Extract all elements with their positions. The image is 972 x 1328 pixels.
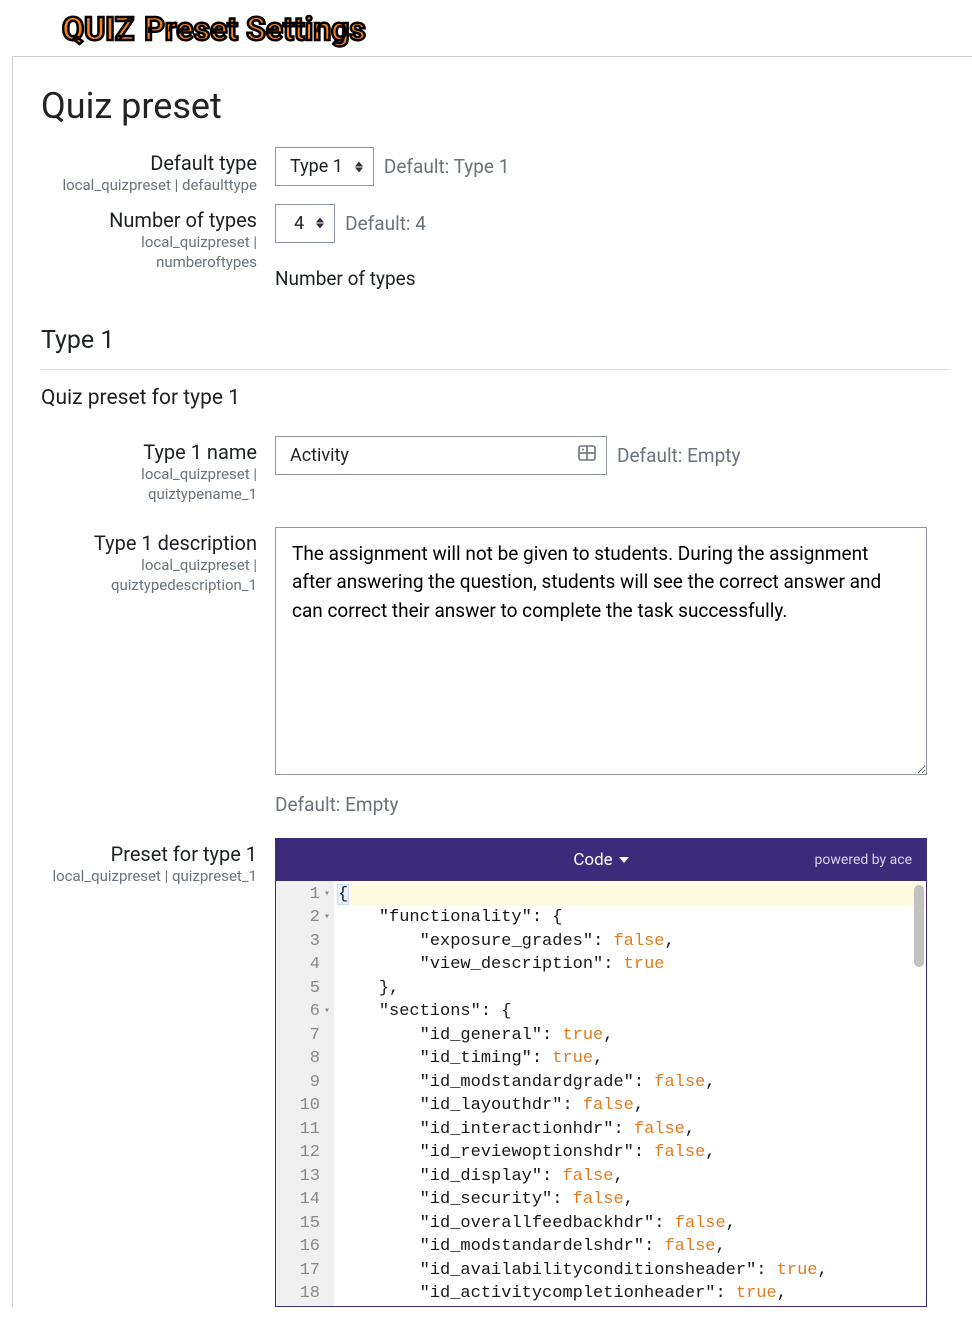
number-of-types-sublabel: local_quizpreset | numberoftypes xyxy=(141,233,257,272)
type1-desc-textarea[interactable] xyxy=(275,527,927,775)
page-header: QUIZ Preset Settings xyxy=(0,0,972,56)
code-mode-dropdown[interactable]: Code xyxy=(573,850,628,870)
header-title-bold: QUIZ xyxy=(62,10,134,48)
field-default-type: Default type local_quizpreset | defaultt… xyxy=(41,147,950,196)
code-editor-body[interactable]: 1▾2▾3456▾789101112131415161718 { "functi… xyxy=(276,881,926,1306)
type1-desc-hint: Default: Empty xyxy=(275,793,398,816)
code-gutter: 1▾2▾3456▾789101112131415161718 xyxy=(276,881,334,1306)
page-title: Quiz preset xyxy=(41,85,950,127)
chevron-down-icon xyxy=(619,857,629,863)
section-divider xyxy=(41,369,950,370)
header-title-rest: Preset Settings xyxy=(144,10,366,48)
type1-desc-label: Type 1 description xyxy=(41,531,257,555)
scrollbar-thumb[interactable] xyxy=(914,885,924,967)
preset1-label: Preset for type 1 xyxy=(41,842,257,866)
type1-name-label: Type 1 name xyxy=(41,440,257,464)
preset1-sublabel: local_quizpreset | quizpreset_1 xyxy=(52,867,257,885)
default-type-select[interactable]: Type 1 xyxy=(275,147,374,186)
field-preset-type1: Preset for type 1 local_quizpreset | qui… xyxy=(41,838,950,1307)
type1-name-sublabel: local_quizpreset | quiztypename_1 xyxy=(141,465,257,504)
default-type-label: Default type xyxy=(41,151,257,175)
select-caret-icon xyxy=(316,218,324,229)
code-powered-by: powered by ace xyxy=(815,852,912,868)
default-type-hint: Default: Type 1 xyxy=(384,155,510,178)
form-icon xyxy=(578,445,596,466)
code-editor-header: Code powered by ace xyxy=(276,839,926,881)
type1-desc-sublabel: local_quizpreset | quiztypedescription_1 xyxy=(111,556,257,595)
code-mode-label: Code xyxy=(573,850,612,870)
type1-section-title: Type 1 xyxy=(41,326,950,355)
number-of-types-value: 4 xyxy=(294,213,304,234)
field-type1-name: Type 1 name local_quizpreset | quiztypen… xyxy=(41,436,950,505)
type1-name-value: Activity xyxy=(290,445,349,466)
code-lines[interactable]: { "functionality": { "exposure_grades": … xyxy=(334,881,926,1306)
type1-name-hint: Default: Empty xyxy=(617,444,740,467)
default-type-sublabel: local_quizpreset | defaulttype xyxy=(62,176,257,194)
code-editor: Code powered by ace 1▾2▾3456▾78910111213… xyxy=(275,838,927,1307)
number-of-types-hint: Default: 4 xyxy=(345,212,426,235)
field-type1-description: Type 1 description local_quizpreset | qu… xyxy=(41,527,950,816)
field-number-of-types: Number of types local_quizpreset | numbe… xyxy=(41,204,950,290)
number-of-types-label: Number of types xyxy=(41,208,257,232)
number-of-types-helper: Number of types xyxy=(275,267,950,290)
number-of-types-select[interactable]: 4 xyxy=(275,204,335,243)
type1-subsection-title: Quiz preset for type 1 xyxy=(41,386,950,410)
type1-name-input[interactable]: Activity xyxy=(275,436,607,475)
select-caret-icon xyxy=(355,161,363,172)
default-type-value: Type 1 xyxy=(290,156,343,177)
settings-panel: Quiz preset Default type local_quizprese… xyxy=(12,56,972,1307)
